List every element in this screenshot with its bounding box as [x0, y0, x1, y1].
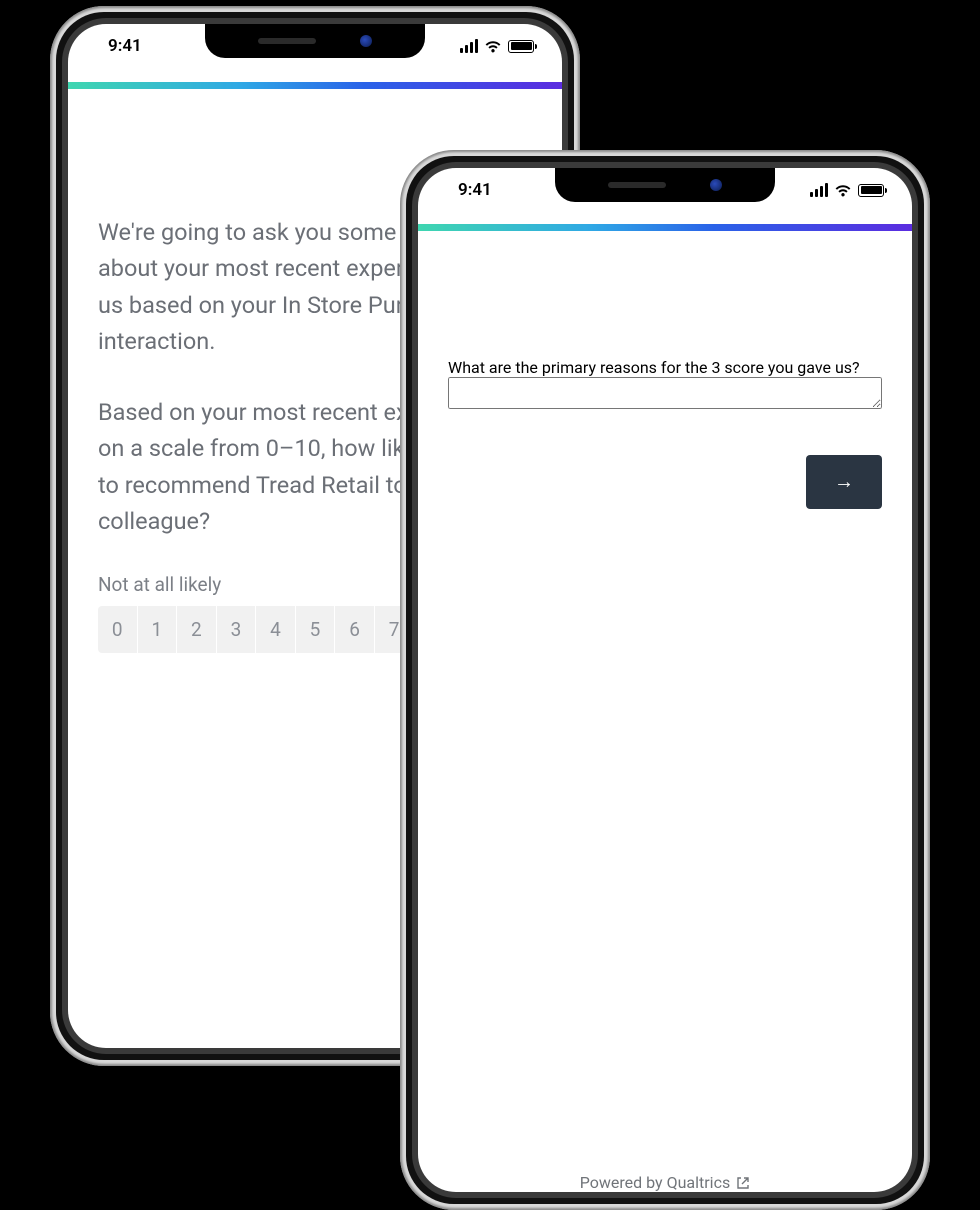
phone-notch	[555, 168, 775, 202]
external-link-icon	[736, 1176, 750, 1190]
battery-icon	[858, 184, 884, 197]
gradient-bar	[68, 82, 562, 89]
nps-option-2[interactable]: 2	[177, 606, 217, 653]
wifi-icon	[484, 39, 502, 53]
nps-option-1[interactable]: 1	[138, 606, 178, 653]
front-camera	[710, 179, 722, 191]
nps-option-4[interactable]: 4	[256, 606, 296, 653]
reason-textarea[interactable]	[448, 377, 882, 409]
signal-icon	[460, 39, 478, 53]
front-camera	[360, 35, 372, 47]
survey-content: What are the primary reasons for the 3 s…	[418, 358, 912, 1192]
wifi-icon	[834, 183, 852, 197]
phone-screen-front: 9:41 What are the primary reasons for th…	[418, 168, 912, 1192]
next-button[interactable]: →	[806, 455, 882, 509]
speaker-slot	[608, 182, 666, 188]
speaker-slot	[258, 38, 316, 44]
signal-icon	[810, 183, 828, 197]
gradient-bar	[418, 224, 912, 231]
nps-option-6[interactable]: 6	[335, 606, 375, 653]
nps-option-5[interactable]: 5	[296, 606, 336, 653]
arrow-right-icon: →	[834, 471, 854, 494]
nps-option-0[interactable]: 0	[98, 606, 138, 653]
phone-mockup-front: 9:41 What are the primary reasons for th…	[400, 150, 930, 1210]
status-time: 9:41	[458, 180, 492, 200]
powered-by-label: Powered by Qualtrics	[580, 1173, 730, 1192]
status-time: 9:41	[108, 36, 142, 56]
phone-notch	[205, 24, 425, 58]
powered-by[interactable]: Powered by Qualtrics	[418, 1117, 912, 1192]
question-text: What are the primary reasons for the 3 s…	[448, 358, 882, 377]
scale-low-label: Not at all likely	[98, 573, 221, 596]
battery-icon	[508, 40, 534, 53]
nps-option-3[interactable]: 3	[217, 606, 257, 653]
